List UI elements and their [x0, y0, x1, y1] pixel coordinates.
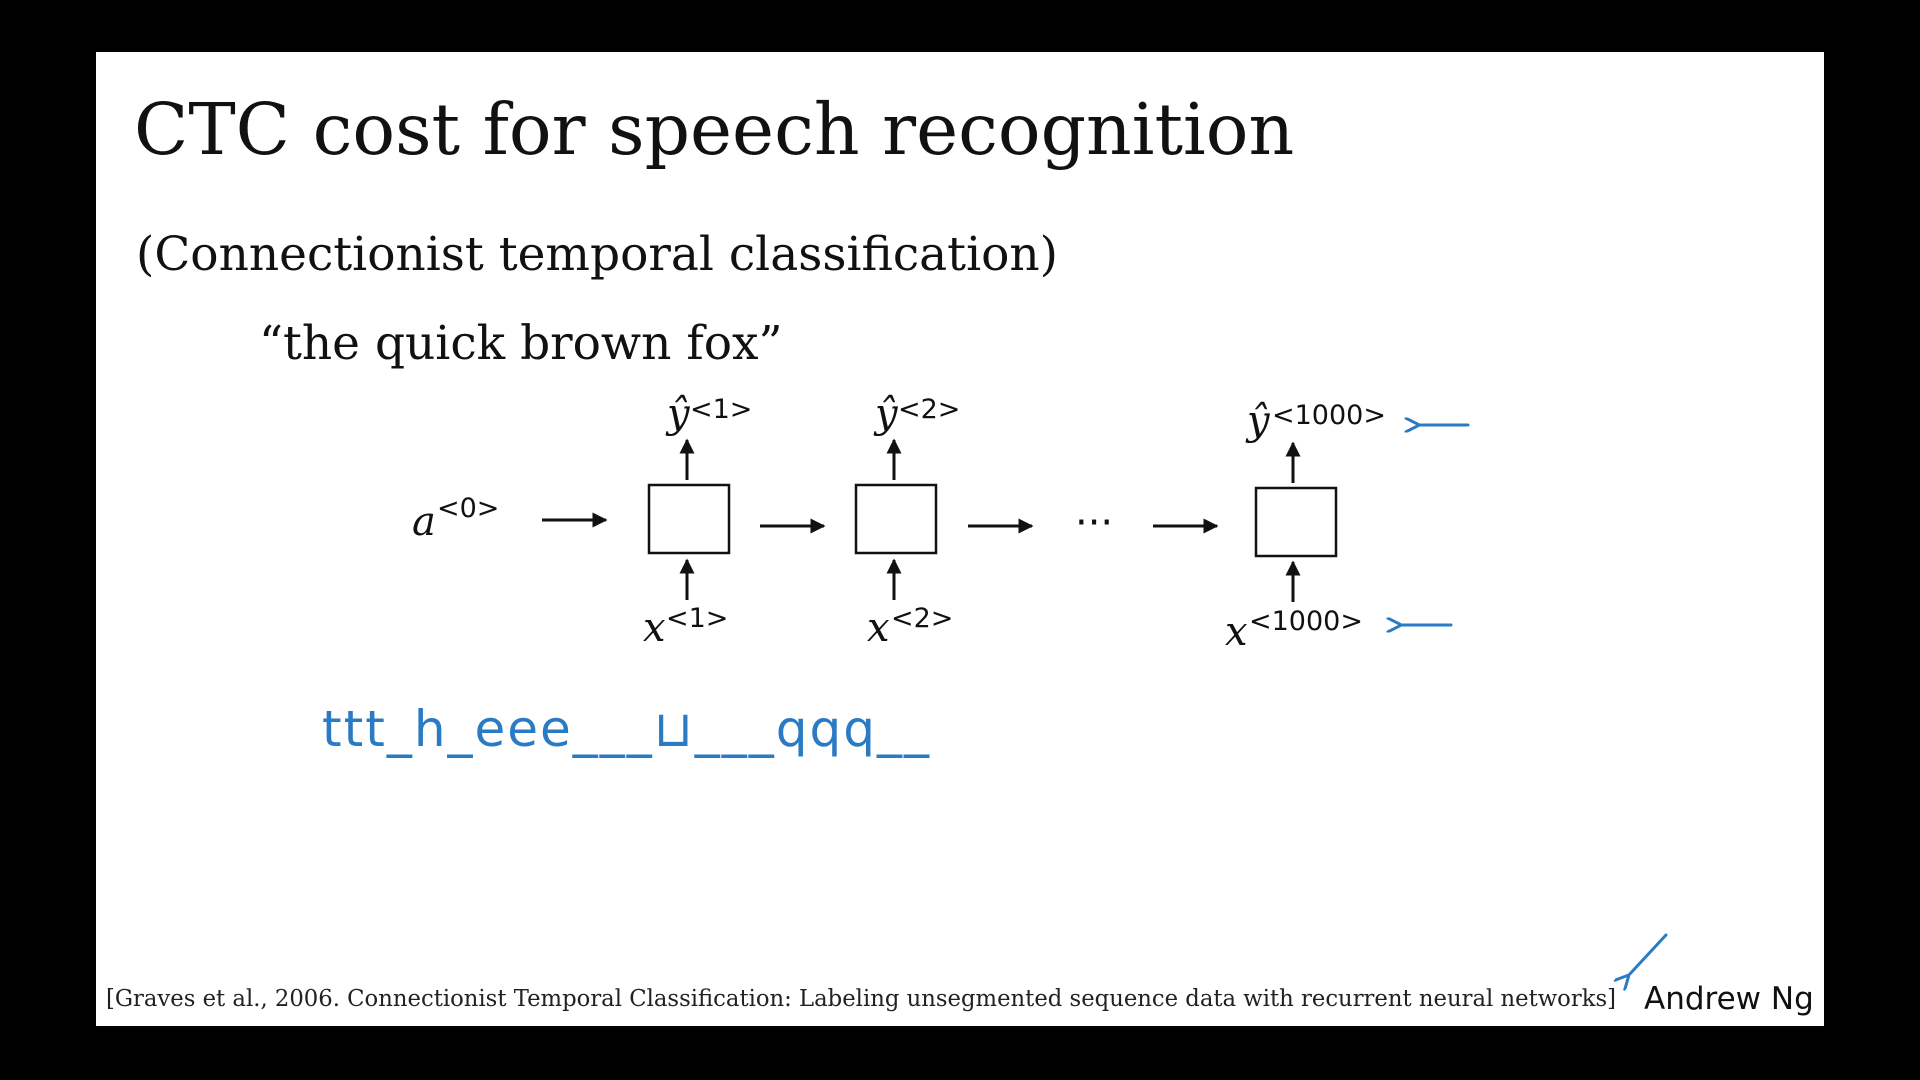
- output-label-1: ŷ <1>: [665, 391, 752, 437]
- input-var: x: [643, 605, 666, 651]
- ellipsis: ···: [1075, 500, 1113, 546]
- output-sup: <1>: [690, 394, 752, 425]
- output-var: ŷ: [873, 391, 899, 437]
- author-signature: Andrew Ng: [1644, 981, 1814, 1017]
- rnn-cell-2: [854, 483, 938, 555]
- input-sup: <1000>: [1249, 606, 1363, 637]
- example-sentence: “the quick brown fox”: [259, 316, 783, 371]
- input-sup: <1>: [666, 603, 728, 634]
- rnn-cell-1: [647, 483, 731, 555]
- slide-canvas: CTC cost for speech recognition (Connect…: [106, 88, 1814, 1017]
- rnn-cell-1000: [1254, 486, 1338, 558]
- initial-activation-label: a <0>: [412, 493, 499, 545]
- output-sup: <2>: [898, 394, 960, 425]
- input-label-2: x <2>: [867, 603, 953, 651]
- citation: [Graves et al., 2006. Connectionist Temp…: [106, 986, 1616, 1012]
- output-var: ŷ: [665, 391, 691, 437]
- activation-var: a: [412, 499, 436, 545]
- output-var: ŷ: [1245, 398, 1271, 444]
- input-label-1000: x <1000>: [1225, 606, 1363, 655]
- input-label-1: x <1>: [643, 603, 728, 651]
- slide-title: CTC cost for speech recognition: [134, 88, 1294, 171]
- pen-arrow-author-icon: [1628, 933, 1668, 976]
- output-label-1000: ŷ <1000>: [1245, 398, 1386, 444]
- handwritten-ctc-output: ttt_h_eee___⊔___qqq__: [322, 700, 931, 758]
- slide: CTC cost for speech recognition (Connect…: [96, 52, 1824, 1026]
- input-var: x: [867, 605, 890, 651]
- slide-subtitle: (Connectionist temporal classification): [136, 227, 1058, 282]
- input-var: x: [1225, 609, 1248, 655]
- output-sup: <1000>: [1272, 400, 1386, 431]
- input-sup: <2>: [891, 603, 953, 634]
- activation-sup: <0>: [437, 493, 499, 524]
- output-label-2: ŷ <2>: [873, 391, 960, 437]
